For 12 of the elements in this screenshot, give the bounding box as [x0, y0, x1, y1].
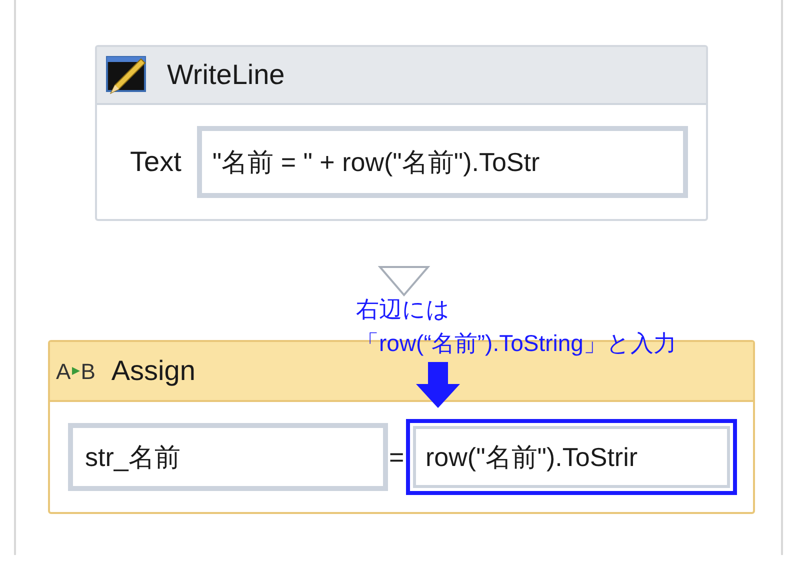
- text-input-field[interactable]: "名前 = " + row("名前").ToStr: [197, 126, 688, 198]
- activity-title: Assign: [111, 354, 196, 388]
- console-pencil-icon: [105, 53, 149, 97]
- field-label: Text: [130, 145, 182, 179]
- annotation-text: 右辺には: [356, 295, 451, 324]
- flow-arrow-icon: [378, 265, 430, 297]
- activity-title: WriteLine: [167, 58, 285, 92]
- annotation-text: 「row(“名前”).ToString」と入力: [356, 329, 676, 358]
- equals-sign: =: [388, 440, 406, 474]
- down-arrow-icon: [416, 362, 460, 408]
- value-input-field[interactable]: row("名前").ToStrir: [406, 419, 737, 495]
- variable-input-field[interactable]: str_名前: [68, 423, 388, 491]
